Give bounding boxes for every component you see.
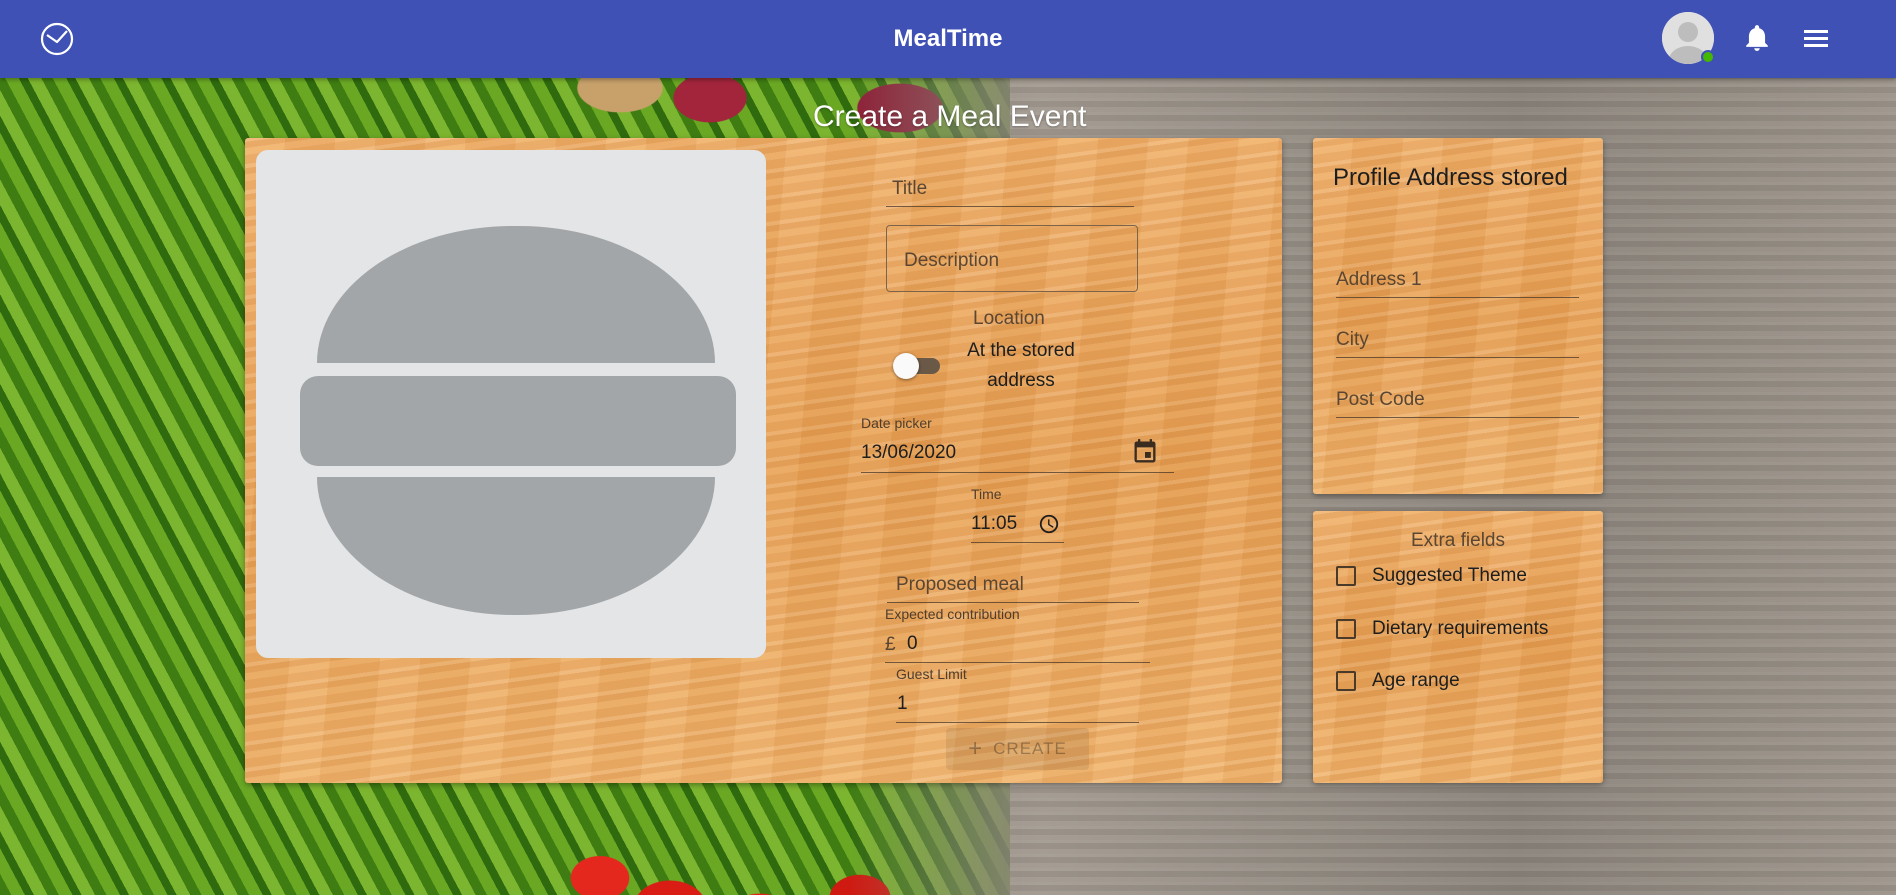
plus-icon: + (968, 735, 984, 762)
extra-fields-title: Extra fields (1411, 530, 1505, 551)
postcode-placeholder: Post Code (1336, 389, 1425, 410)
checkbox-suggested-theme[interactable]: Suggested Theme (1334, 563, 1574, 589)
contribution-value: 0 (907, 633, 918, 654)
postcode-underline (1336, 417, 1579, 418)
create-button-label: CREATE (993, 739, 1067, 758)
date-underline (861, 472, 1174, 473)
title-underline (886, 206, 1134, 207)
address1-placeholder: Address 1 (1336, 269, 1422, 290)
city-underline (1336, 357, 1579, 358)
calendar-icon[interactable] (1131, 438, 1161, 468)
date-picker-input[interactable]: 13/06/2020 (861, 434, 1174, 474)
checkbox-box (1336, 671, 1356, 691)
contribution-underline (885, 662, 1150, 663)
description-field[interactable]: Description (886, 225, 1138, 292)
create-button[interactable]: + CREATE (946, 728, 1089, 770)
location-label: Location (973, 308, 1045, 329)
time-picker-input[interactable]: 11:05 (971, 504, 1064, 544)
currency-symbol: £ (885, 634, 896, 655)
contribution-input[interactable]: £ 0 (885, 626, 1150, 664)
proposed-meal-input[interactable]: Proposed meal (887, 568, 1139, 604)
city-placeholder: City (1336, 329, 1369, 350)
checkbox-box (1336, 619, 1356, 639)
hamburger-menu-icon[interactable] (1802, 26, 1830, 50)
page-title: Create a Meal Event (813, 100, 1087, 133)
title-input[interactable]: Title (886, 172, 1134, 208)
time-label: Time (971, 486, 1002, 502)
postcode-input[interactable]: Post Code (1336, 384, 1579, 418)
description-placeholder: Description (904, 250, 1000, 271)
burger-placeholder-icon-middle (300, 376, 736, 466)
checkbox-label: Suggested Theme (1372, 565, 1527, 586)
checkbox-dietary-requirements[interactable]: Dietary requirements (1334, 616, 1574, 642)
guest-limit-label: Guest Limit (896, 666, 967, 682)
time-underline (971, 542, 1064, 543)
app-bar: MealTime (0, 0, 1896, 78)
address1-underline (1336, 297, 1579, 298)
date-label: Date picker (861, 415, 932, 431)
guest-limit-value: 1 (897, 693, 908, 714)
guest-limit-underline (896, 722, 1139, 723)
clock-icon[interactable] (1038, 513, 1060, 535)
guest-limit-input[interactable]: 1 (896, 686, 1139, 724)
city-input[interactable]: City (1336, 324, 1579, 358)
checkbox-age-range[interactable]: Age range (1334, 668, 1574, 694)
title-placeholder: Title (892, 178, 928, 199)
address-card-title: Profile Address stored (1333, 164, 1568, 191)
proposed-meal-placeholder: Proposed meal (896, 574, 1024, 595)
location-toggle[interactable] (890, 348, 942, 384)
user-avatar[interactable] (1662, 12, 1715, 64)
contribution-label: Expected contribution (885, 606, 1020, 622)
address1-input[interactable]: Address 1 (1336, 264, 1579, 298)
notifications-bell-icon[interactable] (1744, 24, 1770, 52)
checkbox-label: Dietary requirements (1372, 618, 1549, 639)
checkbox-box (1336, 566, 1356, 586)
online-status-badge (1701, 50, 1715, 64)
date-value: 13/06/2020 (861, 442, 957, 463)
checkbox-label: Age range (1372, 670, 1460, 691)
proposed-meal-underline (887, 602, 1139, 603)
time-value: 11:05 (971, 513, 1018, 534)
location-toggle-label: At the stored address (967, 340, 1075, 391)
toggle-thumb (893, 353, 919, 379)
app-title: MealTime (893, 25, 1003, 52)
